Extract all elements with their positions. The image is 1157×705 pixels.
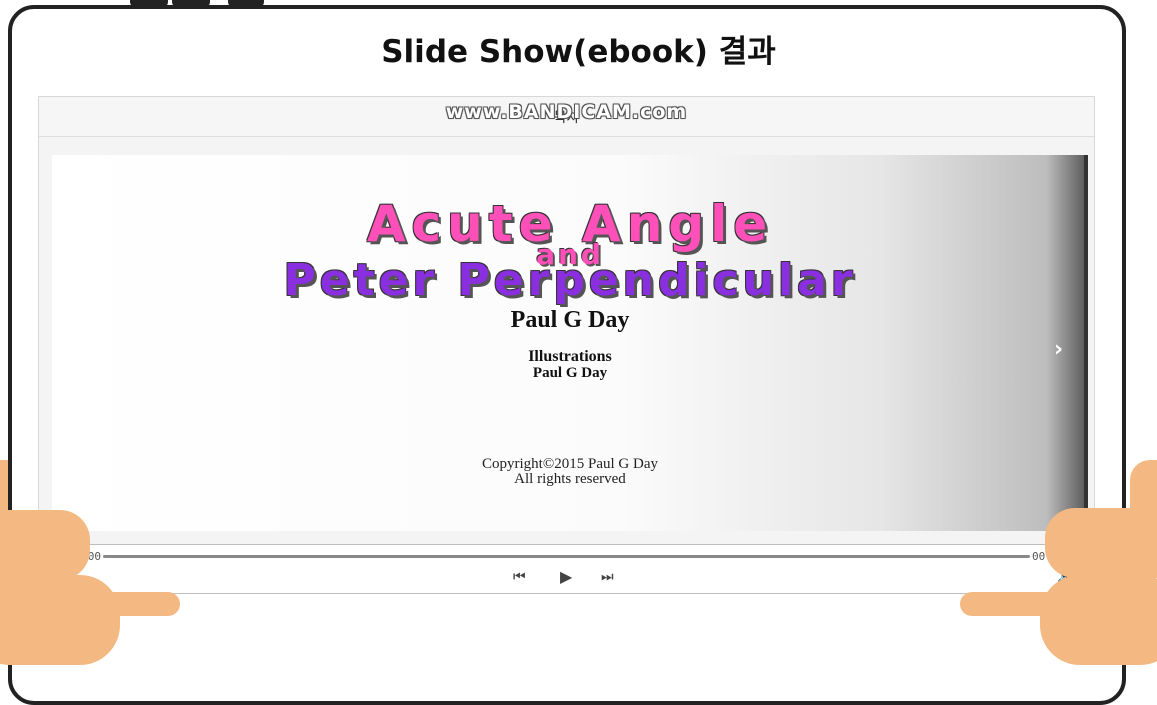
next-page-icon[interactable]: › bbox=[1054, 337, 1063, 362]
slide-page[interactable]: Acute Angle and Peter Perpendicular Paul… bbox=[52, 155, 1088, 531]
left-hand bbox=[0, 510, 90, 580]
previous-icon[interactable]: ⏮ bbox=[513, 569, 526, 585]
right-hand bbox=[1045, 508, 1157, 578]
illustrator-name: Paul G Day bbox=[532, 365, 608, 381]
media-player: 00:00:00 00:00:00 ⏮ ▶ ⏭ 🔊 bbox=[38, 544, 1095, 594]
skip-next-icon[interactable]: ⏭ bbox=[601, 569, 614, 585]
watermark: www.BANDICAM.com bbox=[445, 101, 688, 123]
play-icon[interactable]: ▶ bbox=[560, 567, 572, 586]
page-title: Slide Show(ebook) 결과 bbox=[381, 34, 776, 70]
tablet-button bbox=[130, 0, 168, 7]
tablet-button bbox=[172, 0, 210, 7]
seek-bar[interactable] bbox=[103, 555, 1030, 558]
rights-text: All rights reserved bbox=[514, 471, 626, 487]
left-thumb bbox=[60, 592, 180, 616]
tablet-button bbox=[228, 0, 264, 7]
page-edge bbox=[1084, 155, 1088, 531]
viewer-header: 목차 www.BANDICAM.com bbox=[39, 97, 1094, 137]
right-thumb bbox=[960, 592, 1080, 616]
right-hand-palm bbox=[1040, 575, 1157, 665]
illustrations-label: Illustrations bbox=[528, 348, 612, 365]
book-title-line3: Peter Perpendicular bbox=[283, 255, 857, 306]
book-author: Paul G Day bbox=[510, 307, 630, 333]
left-hand-palm bbox=[0, 575, 120, 665]
